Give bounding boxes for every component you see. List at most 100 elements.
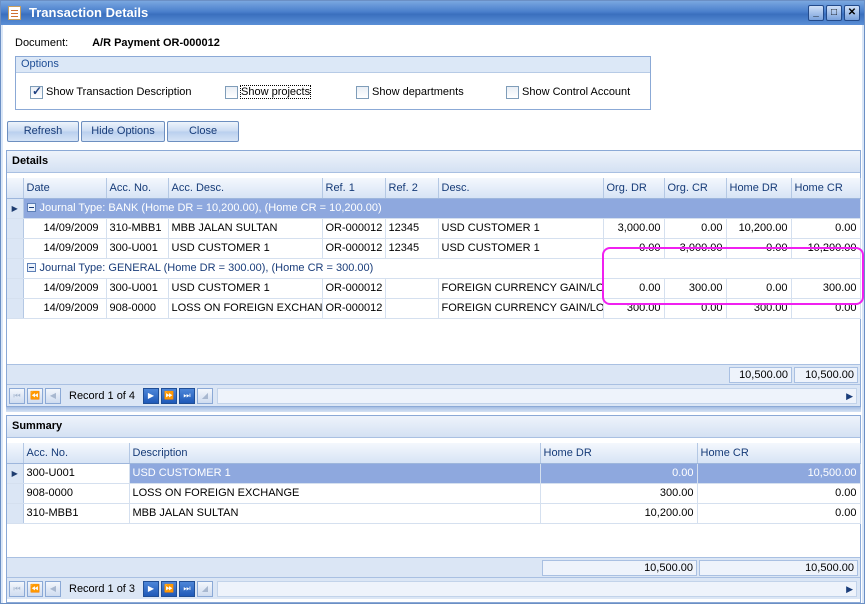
cell-home-cr[interactable]: 0.00 bbox=[791, 298, 861, 319]
cell-desc[interactable]: FOREIGN CURRENCY GAIN/LOSS bbox=[438, 298, 604, 319]
column-header-acc-no[interactable]: Acc. No. bbox=[23, 443, 130, 464]
next-record-icon[interactable]: ▶ bbox=[143, 581, 159, 597]
table-row[interactable]: 14/09/2009 300-U001 USD CUSTOMER 1 OR-00… bbox=[7, 238, 861, 259]
cell-description[interactable]: MBB JALAN SULTAN bbox=[129, 503, 541, 524]
checkbox-checked-icon[interactable] bbox=[30, 85, 43, 99]
group-header[interactable]: Journal Type: GENERAL (Home DR = 300.00)… bbox=[23, 258, 861, 279]
cell-date[interactable]: 14/09/2009 bbox=[23, 278, 107, 299]
cell-ref2[interactable] bbox=[385, 298, 439, 319]
show-projects-checkbox[interactable]: Show projects bbox=[225, 85, 312, 100]
collapse-icon[interactable] bbox=[26, 203, 36, 212]
horizontal-scrollbar[interactable]: ▶ bbox=[217, 581, 857, 597]
next-page-icon[interactable]: ⏩ bbox=[161, 581, 177, 597]
row-indicator[interactable] bbox=[7, 298, 24, 319]
cell-home-cr[interactable]: 10,500.00 bbox=[697, 463, 861, 484]
column-header-ref1[interactable]: Ref. 1 bbox=[322, 178, 386, 199]
previous-page-icon[interactable]: ⏪ bbox=[27, 388, 43, 404]
row-pointer-icon[interactable]: ▶ bbox=[7, 463, 24, 484]
cell-description[interactable]: USD CUSTOMER 1 bbox=[129, 463, 541, 484]
cell-home-cr[interactable]: 300.00 bbox=[791, 278, 861, 299]
close-window-button[interactable]: ✕ bbox=[844, 5, 860, 21]
cancel-edit-icon[interactable]: ◢ bbox=[197, 388, 213, 404]
maximize-button[interactable]: □ bbox=[826, 5, 842, 21]
cell-desc[interactable]: USD CUSTOMER 1 bbox=[438, 218, 604, 239]
column-header-home-cr[interactable]: Home CR bbox=[791, 178, 861, 199]
cell-ref1[interactable]: OR-000012 bbox=[322, 278, 386, 299]
row-indicator[interactable] bbox=[7, 238, 24, 259]
checkbox-icon[interactable] bbox=[225, 86, 238, 99]
cell-ref2[interactable]: 12345 bbox=[385, 218, 439, 239]
column-header-org-cr[interactable]: Org. CR bbox=[664, 178, 727, 199]
cell-org-dr[interactable]: 0.00 bbox=[603, 238, 665, 259]
cell-desc[interactable]: FOREIGN CURRENCY GAIN/LOSS bbox=[438, 278, 604, 299]
cell-org-dr[interactable]: 3,000.00 bbox=[603, 218, 665, 239]
cell-ref1[interactable]: OR-000012 bbox=[322, 238, 386, 259]
cell-ref1[interactable]: OR-000012 bbox=[322, 218, 386, 239]
cell-org-cr[interactable]: 3,000.00 bbox=[664, 238, 727, 259]
previous-record-icon[interactable]: ◀ bbox=[45, 388, 61, 404]
cell-org-cr[interactable]: 300.00 bbox=[664, 278, 727, 299]
column-header-home-dr[interactable]: Home DR bbox=[540, 443, 698, 464]
cell-date[interactable]: 14/09/2009 bbox=[23, 218, 107, 239]
column-header-ref2[interactable]: Ref. 2 bbox=[385, 178, 439, 199]
previous-record-icon[interactable]: ◀ bbox=[45, 581, 61, 597]
title-bar[interactable]: Transaction Details _ □ ✕ bbox=[1, 1, 864, 25]
column-header-home-dr[interactable]: Home DR bbox=[726, 178, 792, 199]
cancel-edit-icon[interactable]: ◢ bbox=[197, 581, 213, 597]
cell-acc-no[interactable]: 310-MBB1 bbox=[23, 503, 130, 524]
cell-home-dr[interactable]: 10,200.00 bbox=[726, 218, 792, 239]
cell-home-dr[interactable]: 300.00 bbox=[540, 483, 698, 504]
cell-date[interactable]: 14/09/2009 bbox=[23, 238, 107, 259]
cell-date[interactable]: 14/09/2009 bbox=[23, 298, 107, 319]
first-page-icon[interactable]: ⏮ bbox=[9, 581, 25, 597]
cell-ref1[interactable]: OR-000012 bbox=[322, 298, 386, 319]
column-header-home-cr[interactable]: Home CR bbox=[697, 443, 861, 464]
column-header-description[interactable]: Description bbox=[129, 443, 541, 464]
column-header-desc[interactable]: Desc. bbox=[438, 178, 604, 199]
column-header-acc-desc[interactable]: Acc. Desc. bbox=[168, 178, 323, 199]
horizontal-scrollbar[interactable]: ▶ bbox=[217, 388, 857, 404]
table-row[interactable]: 14/09/2009 908-0000 LOSS ON FOREIGN EXCH… bbox=[7, 298, 861, 319]
column-header-acc-no[interactable]: Acc. No. bbox=[106, 178, 169, 199]
first-page-icon[interactable]: ⏮ bbox=[9, 388, 25, 404]
cell-acc-no[interactable]: 300-U001 bbox=[106, 238, 169, 259]
hide-options-button[interactable]: Hide Options bbox=[81, 121, 165, 142]
table-row[interactable]: 14/09/2009 310-MBB1 MBB JALAN SULTAN OR-… bbox=[7, 218, 861, 239]
minimize-button[interactable]: _ bbox=[808, 5, 824, 21]
checkbox-icon[interactable] bbox=[356, 86, 369, 99]
cell-org-dr[interactable]: 300.00 bbox=[603, 298, 665, 319]
panel-splitter[interactable] bbox=[6, 407, 861, 412]
group-row-bank[interactable]: ▶ Journal Type: BANK (Home DR = 10,200.0… bbox=[7, 198, 861, 219]
table-row[interactable]: 310-MBB1 MBB JALAN SULTAN 10,200.00 0.00 bbox=[7, 503, 861, 524]
cell-home-dr[interactable]: 10,200.00 bbox=[540, 503, 698, 524]
show-transaction-description-checkbox[interactable]: Show Transaction Description bbox=[30, 85, 192, 100]
scroll-right-icon[interactable]: ▶ bbox=[846, 584, 853, 595]
cell-home-dr[interactable]: 0.00 bbox=[726, 278, 792, 299]
details-grid[interactable]: Date Acc. No. Acc. Desc. Ref. 1 Ref. 2 D… bbox=[7, 178, 861, 319]
cell-home-cr[interactable]: 0.00 bbox=[791, 218, 861, 239]
table-row[interactable]: 14/09/2009 300-U001 USD CUSTOMER 1 OR-00… bbox=[7, 278, 861, 299]
cell-acc-no[interactable]: 300-U001 bbox=[23, 463, 130, 484]
cell-acc-desc[interactable]: LOSS ON FOREIGN EXCHANGE bbox=[168, 298, 323, 319]
cell-ref2[interactable] bbox=[385, 278, 439, 299]
cell-acc-no[interactable]: 908-0000 bbox=[106, 298, 169, 319]
checkbox-icon[interactable] bbox=[506, 86, 519, 99]
cell-acc-no[interactable]: 908-0000 bbox=[23, 483, 130, 504]
close-button[interactable]: Close bbox=[167, 121, 239, 142]
cell-acc-desc[interactable]: USD CUSTOMER 1 bbox=[168, 278, 323, 299]
next-record-icon[interactable]: ▶ bbox=[143, 388, 159, 404]
cell-home-dr[interactable]: 300.00 bbox=[726, 298, 792, 319]
cell-home-cr[interactable]: 10,200.00 bbox=[791, 238, 861, 259]
table-row[interactable]: ▶ 300-U001 USD CUSTOMER 1 0.00 10,500.00 bbox=[7, 463, 861, 484]
last-page-icon[interactable]: ⏭ bbox=[179, 388, 195, 404]
column-header-date[interactable]: Date bbox=[23, 178, 107, 199]
cell-home-cr[interactable]: 0.00 bbox=[697, 483, 861, 504]
summary-grid[interactable]: Acc. No. Description Home DR Home CR ▶ 3… bbox=[7, 443, 861, 524]
cell-org-cr[interactable]: 0.00 bbox=[664, 298, 727, 319]
column-header-org-dr[interactable]: Org. DR bbox=[603, 178, 665, 199]
row-indicator[interactable] bbox=[7, 218, 24, 239]
cell-desc[interactable]: USD CUSTOMER 1 bbox=[438, 238, 604, 259]
cell-home-dr[interactable]: 0.00 bbox=[540, 463, 698, 484]
row-indicator[interactable] bbox=[7, 258, 24, 279]
scroll-right-icon[interactable]: ▶ bbox=[846, 391, 853, 402]
